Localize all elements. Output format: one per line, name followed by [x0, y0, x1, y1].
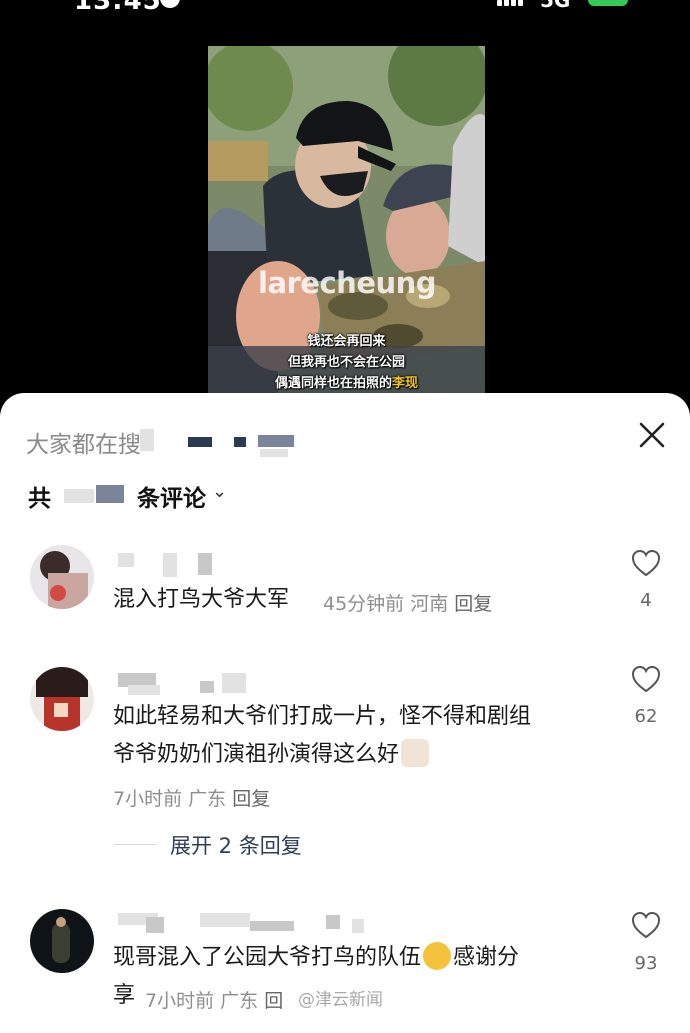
redacted-block — [258, 435, 294, 447]
status-time: 13:45 — [74, 0, 162, 16]
avatar[interactable] — [30, 909, 94, 973]
redacted-username — [118, 553, 134, 567]
redacted-username — [163, 553, 177, 577]
video-subtitle-line3: 偶遇同样也在拍照的李现 — [274, 376, 419, 391]
video-player[interactable]: larecheung 钱还会再回来 但我再也不会在公园 偶遇同样也在拍照的李现 — [208, 46, 485, 394]
redacted-username — [146, 917, 164, 933]
comment-text-line1: 现哥混入了公园大爷打鸟的队伍 感谢分 — [113, 939, 519, 977]
redacted-username — [200, 681, 214, 693]
like-count: 93 — [634, 953, 658, 974]
battery-icon — [588, 0, 628, 6]
reply-button[interactable]: 回复 — [232, 788, 270, 810]
comment-text-line2: 享 — [113, 983, 136, 1008]
comment-meta: 7小时前 广东 回 — [145, 990, 284, 1012]
status-bar: 13:45 5G — [0, 0, 690, 16]
like-count: 62 — [634, 706, 658, 727]
expand-replies-button[interactable]: 展开 2 条回复 — [170, 830, 302, 860]
expand-divider — [114, 844, 156, 845]
heart-icon[interactable] — [631, 911, 661, 939]
comment-text: 混入打鸟大爷大军 — [113, 587, 290, 612]
laughing-emoji-icon — [423, 942, 452, 970]
heart-icon[interactable] — [631, 665, 661, 693]
reply-button[interactable]: 回复 — [454, 593, 492, 615]
video-subtitle-line1: 钱还会再回来 — [307, 334, 386, 349]
avatar[interactable] — [30, 545, 94, 609]
redacted-username — [200, 913, 250, 927]
comment-text-line2: 爷爷奶奶们演祖孙演得这么好 — [113, 736, 431, 774]
redacted-block — [188, 437, 212, 447]
comment-text-line1: 如此轻易和大爷们打成一片，怪不得和剧组 — [113, 704, 532, 729]
video-watermark: larecheung — [258, 266, 437, 300]
close-icon[interactable] — [636, 419, 668, 451]
source-watermark: @津云新闻 — [298, 990, 383, 1010]
redacted-username — [352, 919, 364, 933]
redacted-block — [140, 429, 154, 451]
avatar[interactable] — [30, 667, 94, 731]
redacted-username — [198, 553, 212, 575]
comment-sheet: 大家都在搜 共条评论 ⌄ 混入打鸟大爷大军 45分钟前 河南 回复 4 如此轻易… — [0, 393, 690, 1033]
redacted-username — [128, 685, 160, 695]
signal-icon — [497, 0, 523, 6]
heart-icon[interactable] — [631, 549, 661, 577]
redacted-block — [260, 449, 288, 457]
comment-meta: 7小时前 广东 回复 — [113, 788, 271, 810]
network-label: 5G — [540, 0, 571, 12]
location-dot-icon — [160, 0, 180, 8]
chevron-down-icon[interactable]: ⌄ — [212, 481, 227, 502]
reply-button[interactable]: 回 — [264, 990, 283, 1012]
redacted-username — [222, 673, 246, 693]
comment-meta: 45分钟前 河南 回复 — [323, 593, 493, 615]
trending-search-hint[interactable]: 大家都在搜 — [26, 425, 141, 459]
like-count: 4 — [640, 590, 652, 611]
redacted-username — [326, 915, 340, 929]
redacted-block — [64, 489, 94, 503]
video-subtitle-line2: 但我再也不会在公园 — [287, 355, 405, 370]
redacted-username — [250, 921, 294, 931]
redacted-block — [96, 485, 124, 503]
redacted-block — [234, 437, 246, 447]
cat-emoji-icon — [401, 739, 430, 767]
